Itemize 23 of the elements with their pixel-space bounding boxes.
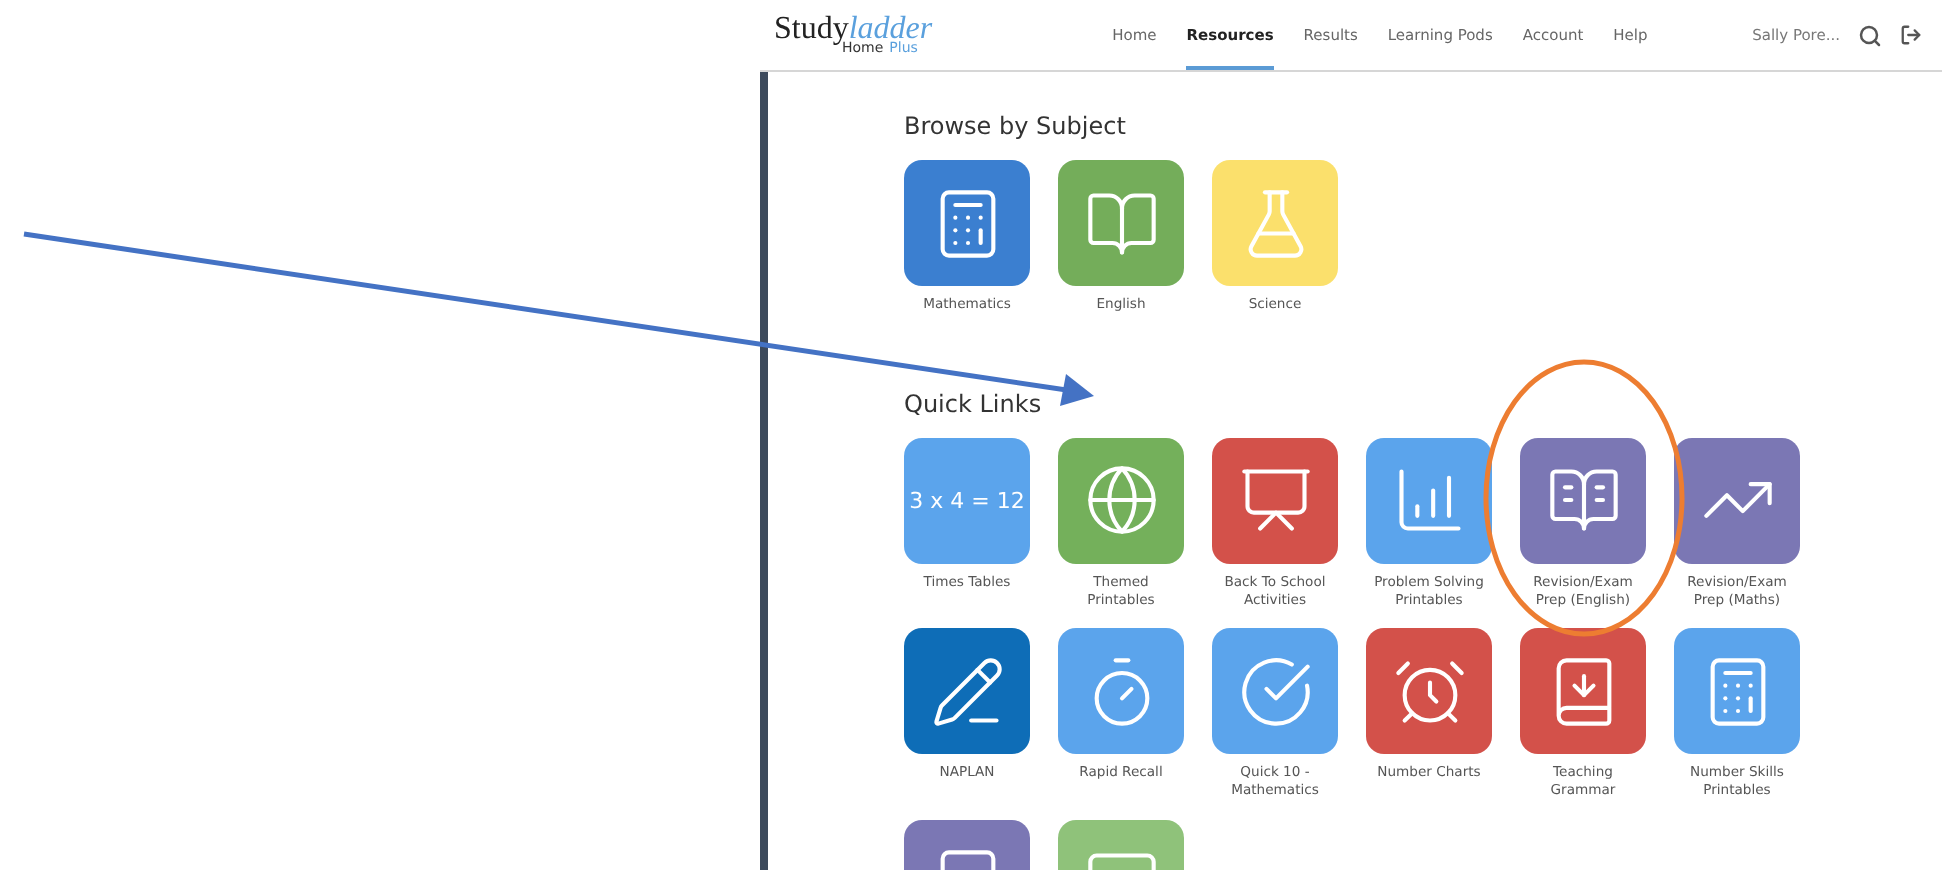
resource-tile[interactable] [1058,437,1184,564]
section-heading: Quick Links [904,389,1044,418]
resource-tile[interactable] [1212,628,1338,755]
resource-tile[interactable] [1674,628,1800,755]
logo-text: Study [774,14,849,46]
resource-tile[interactable] [1674,437,1800,564]
section-heading: Browse by Subject [904,112,1128,140]
resource-tile[interactable] [904,160,1030,286]
resource-tile[interactable] [1366,437,1492,564]
resource-tile[interactable] [904,628,1030,755]
resource-tile[interactable] [1520,437,1646,564]
resource-tile[interactable] [1520,628,1646,755]
resource-tile[interactable] [1058,628,1184,755]
logout-icon[interactable] [1900,24,1922,46]
globe-icon [1083,462,1159,539]
check-circle-icon [1237,653,1313,730]
resource-tile[interactable] [1212,160,1338,286]
pencil-icon [929,653,1005,730]
resource-tile[interactable] [1366,628,1492,755]
tile-text: 3 x 4 = 12 [909,487,1025,514]
resource-tile[interactable] [1058,160,1184,286]
search-icon[interactable] [1858,23,1882,47]
resource-tile[interactable] [1212,437,1338,564]
